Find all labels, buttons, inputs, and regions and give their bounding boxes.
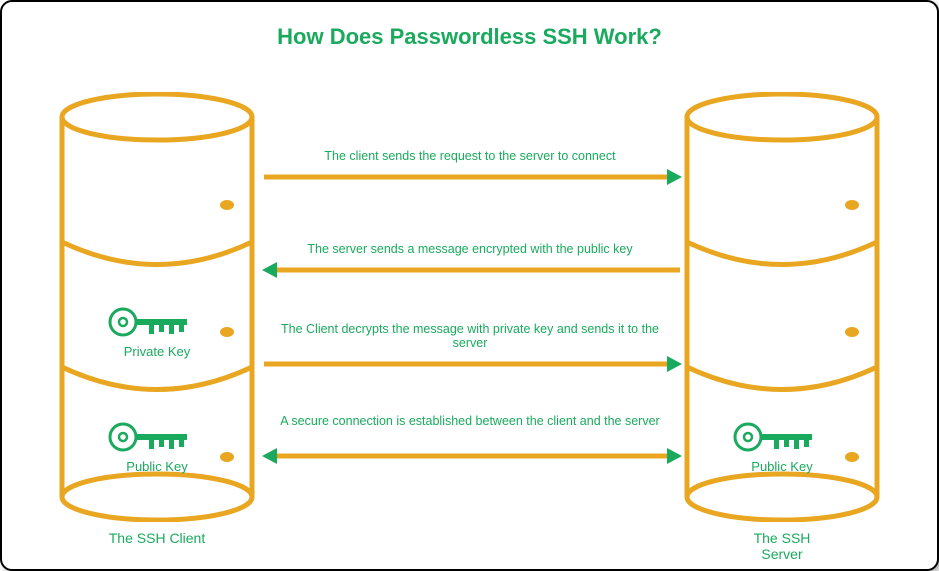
client-public-key-icon (107, 417, 197, 457)
client-public-key-label: Public Key (117, 459, 197, 474)
step-4-label: A secure connection is established betwe… (280, 414, 660, 428)
step-3-label: The Client decrypts the message with pri… (280, 322, 660, 350)
ssh-server-cylinder (682, 92, 882, 522)
private-key-label: Private Key (117, 344, 197, 359)
server-label: The SSH Server (732, 530, 832, 562)
step-2-arrow (262, 260, 682, 280)
server-public-key-label: Public Key (742, 459, 822, 474)
diagram-frame: How Does Passwordless SSH Work? Private … (0, 0, 939, 571)
step-4-arrow (262, 446, 682, 466)
step-2-label: The server sends a message encrypted wit… (280, 242, 660, 256)
diagram-title: How Does Passwordless SSH Work? (2, 24, 937, 50)
server-public-key-icon (732, 417, 822, 457)
step-1-label: The client sends the request to the serv… (280, 149, 660, 163)
private-key-icon (107, 302, 197, 342)
step-1-arrow (262, 167, 682, 187)
client-label: The SSH Client (107, 530, 207, 546)
step-3-arrow (262, 354, 682, 374)
